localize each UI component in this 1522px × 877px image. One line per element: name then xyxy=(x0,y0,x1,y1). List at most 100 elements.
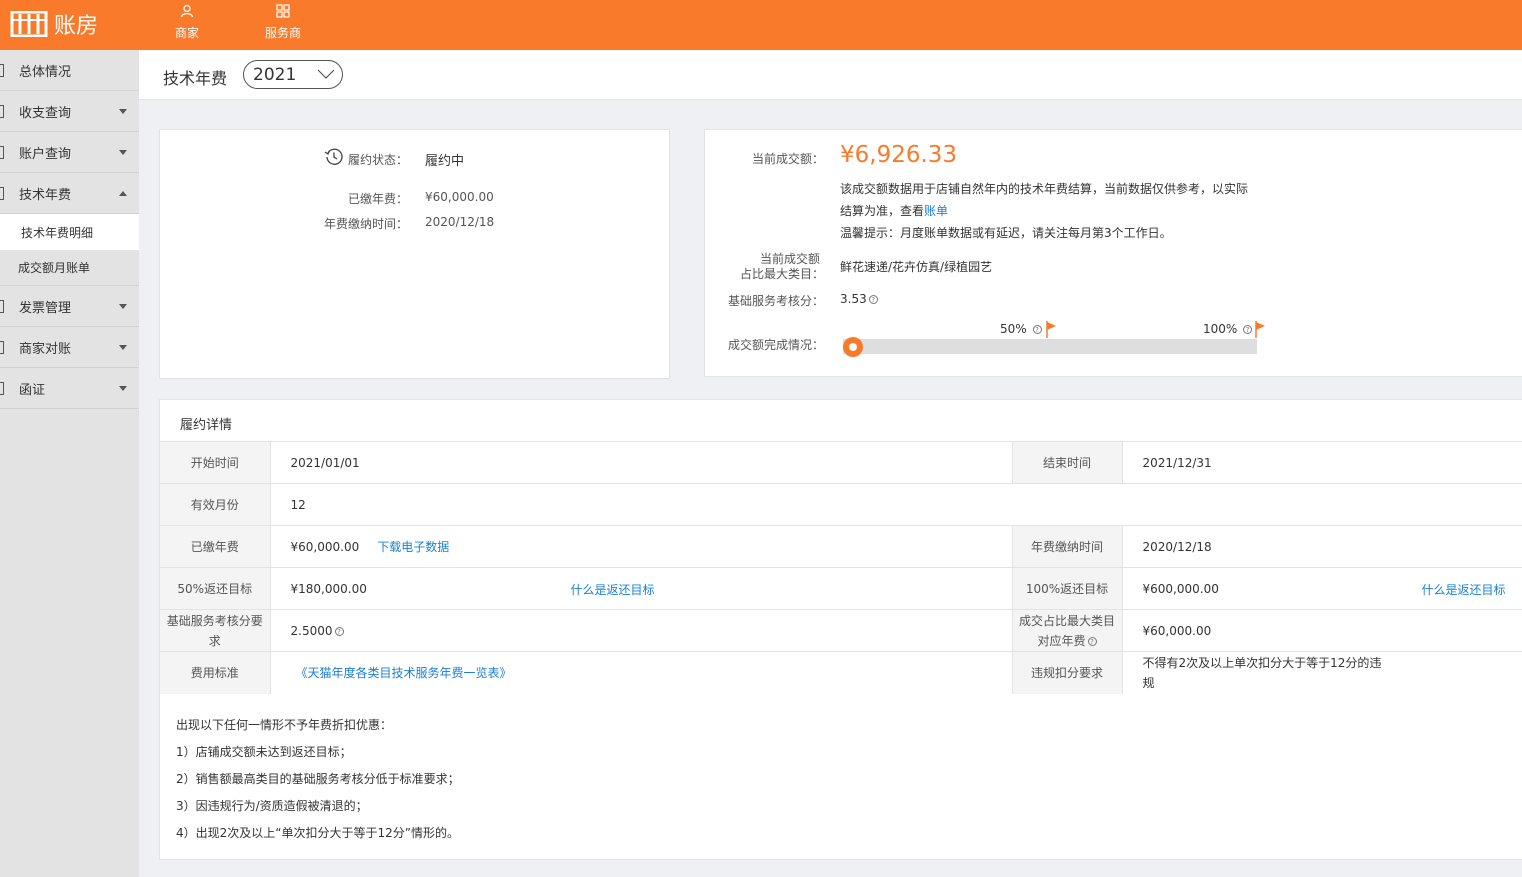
sidebar-item-label: 函证 xyxy=(19,382,46,398)
cell-value: 不得有2次及以上单次扣分大于等于12分的违规 xyxy=(1122,651,1522,694)
what-is-target-link[interactable]: 什么是返还目标 xyxy=(1422,581,1506,598)
note-line: 1）店铺成交额未达到返还目标； xyxy=(176,745,352,759)
bill-link[interactable]: 账单 xyxy=(924,204,948,218)
what-is-target-link[interactable]: 什么是返还目标 xyxy=(571,581,655,598)
sidebar-item-tech-fee[interactable]: 技术年费 xyxy=(0,173,139,214)
sidebar-item-label: 发票管理 xyxy=(19,300,72,316)
help-icon[interactable]: ? xyxy=(868,295,878,304)
cell-value: ¥180,000.00 什么是返还目标 xyxy=(270,567,1012,610)
cell-value: ¥600,000.00 什么是返还目标 xyxy=(1122,567,1522,610)
score-value: 3.53 xyxy=(840,292,867,306)
sidebar-item-reconcile[interactable]: 商家对账 xyxy=(0,327,139,368)
progress-label: 成交额完成情况： xyxy=(727,338,824,352)
sidebar: 总体情况 收支查询 账户查询 技术年费 技术年费明细 成交额月账单 发票管理 商… xyxy=(0,50,139,877)
fee-standard-link[interactable]: 《天猫年度各类目技术服务年费一览表》 xyxy=(296,666,512,680)
status-value: 履约中 xyxy=(425,154,465,169)
paytime-value: 2020/12/18 xyxy=(425,215,495,229)
sidebar-item-label: 技术年费 xyxy=(19,187,72,203)
caret-down-icon xyxy=(119,150,127,155)
table-row: 基础服务考核分要求 2.5000? 成交占比最大类目 对应年费? ¥60,000.… xyxy=(160,609,1522,652)
paid-amount: ¥60,000.00 xyxy=(290,540,360,554)
sidebar-item-label: 总体情况 xyxy=(19,64,72,80)
sidebar-item-label: 商家对账 xyxy=(19,341,72,357)
sidebar-item-income[interactable]: 收支查询 xyxy=(0,91,139,132)
cell-key: 成交占比最大类目 对应年费? xyxy=(1011,609,1123,652)
cell-key-line2: 对应年费 xyxy=(1037,633,1086,648)
help-icon[interactable]: ? xyxy=(1243,325,1253,334)
cell-key: 违规扣分要求 xyxy=(1011,651,1123,694)
cell-key: 费用标准 xyxy=(160,651,271,694)
flag-icon xyxy=(1046,321,1056,338)
details-title: 履约详情 xyxy=(180,418,233,433)
caret-down-icon xyxy=(119,304,127,309)
sidebar-item-invoice[interactable]: 发票管理 xyxy=(0,286,139,327)
marker-100-label: 100% xyxy=(1203,322,1238,336)
sidebar-item-account[interactable]: 账户查询 xyxy=(0,132,139,173)
score-label: 基础服务考核分： xyxy=(727,294,824,308)
sidebar-item-label: 账户查询 xyxy=(19,146,72,162)
current-deal-label: 当前成交额： xyxy=(751,152,824,166)
help-icon[interactable]: ? xyxy=(334,626,344,636)
sidebar-item-overview[interactable]: 总体情况 xyxy=(0,50,139,91)
page-header: 技术年费 2021 xyxy=(139,50,1522,100)
sidebar-subitem-tech-fee-detail[interactable]: 技术年费明细 xyxy=(0,214,139,250)
score-req-value: 2.5000 xyxy=(290,623,333,638)
download-data-link[interactable]: 下载电子数据 xyxy=(377,540,449,554)
deal-tip: 温馨提示：月度账单数据或有延迟，请关注每月第3个工作日。 xyxy=(840,226,1172,240)
menu-icon xyxy=(0,64,4,77)
deal-desc-text: 结算为准，查看 xyxy=(840,204,925,218)
cell-value: 《天猫年度各类目技术服务年费一览表》 xyxy=(270,651,1012,694)
year-select[interactable]: 2021 xyxy=(243,60,343,89)
menu-icon xyxy=(0,146,4,159)
nav-merchant-label: 商家 xyxy=(174,26,199,40)
nav-provider[interactable]: 服务商 xyxy=(253,4,313,41)
score-value-group: 3.53? xyxy=(840,292,878,306)
cell-key: 结束时间 xyxy=(1011,441,1123,484)
cell-value: 12 xyxy=(270,483,1522,526)
cell-value: 2021/01/01 xyxy=(270,441,1012,484)
cell-key: 50%返还目标 xyxy=(160,567,271,610)
help-icon[interactable]: ? xyxy=(1087,636,1097,646)
target-100-value: ¥600,000.00 xyxy=(1142,581,1219,596)
cell-value: ¥60,000.00 下载电子数据 xyxy=(270,525,1012,568)
grid-icon xyxy=(276,4,290,21)
target-50-value: ¥180,000.00 xyxy=(290,581,367,596)
details-panel: 履约详情 开始时间 2021/01/01 结束时间 2021/12/31 有效月… xyxy=(159,399,1522,860)
cell-key: 开始时间 xyxy=(160,441,271,484)
caret-down-icon xyxy=(119,109,127,114)
status-label: 履约状态： xyxy=(347,153,408,167)
user-icon xyxy=(180,4,194,21)
page-title: 技术年费 xyxy=(163,69,228,88)
cell-key: 基础服务考核分要求 xyxy=(160,609,271,652)
nav-provider-label: 服务商 xyxy=(264,26,301,40)
paid-value: ¥60,000.00 xyxy=(425,190,494,204)
sidebar-item-letter[interactable]: 函证 xyxy=(0,368,139,409)
cell-value: 2.5000? xyxy=(270,609,1012,652)
logo[interactable]: 账房 xyxy=(10,6,98,42)
note-line: 2）销售额最高类目的基础服务考核分低于标准要求； xyxy=(176,772,460,786)
chevron-down-icon xyxy=(317,69,335,79)
flag-icon xyxy=(1255,321,1265,338)
logo-text: 账房 xyxy=(54,14,99,39)
table-row: 已缴年费 ¥60,000.00 下载电子数据 年费缴纳时间 2020/12/18 xyxy=(160,525,1522,568)
caret-up-icon xyxy=(119,191,127,196)
cell-key: 已缴年费 xyxy=(160,525,271,568)
cell-value: 2021/12/31 xyxy=(1122,441,1522,484)
status-card xyxy=(159,129,670,379)
details-table: 开始时间 2021/01/01 结束时间 2021/12/31 有效月份 12 … xyxy=(160,441,1522,694)
cell-key: 100%返还目标 xyxy=(1011,567,1123,610)
year-select-value: 2021 xyxy=(253,64,297,85)
current-deal-value: ¥6,926.33 xyxy=(840,142,958,168)
deal-desc-line2: 结算为准，查看账单 xyxy=(840,202,948,219)
top-category-label-2: 占比最大类目： xyxy=(739,267,824,281)
caret-down-icon xyxy=(119,386,127,391)
menu-icon xyxy=(0,382,4,395)
nav-merchant[interactable]: 商家 xyxy=(157,4,217,41)
cell-key: 有效月份 xyxy=(160,483,271,526)
caret-down-icon xyxy=(119,345,127,350)
progress-track xyxy=(843,339,1257,354)
sidebar-subitem-monthly-bill[interactable]: 成交额月账单 xyxy=(0,250,139,286)
note-line: 出现以下任何一情形不予年费折扣优惠： xyxy=(176,718,393,732)
table-row: 50%返还目标 ¥180,000.00 什么是返还目标 100%返还目标 ¥600… xyxy=(160,567,1522,610)
help-icon[interactable]: ? xyxy=(1032,325,1042,334)
